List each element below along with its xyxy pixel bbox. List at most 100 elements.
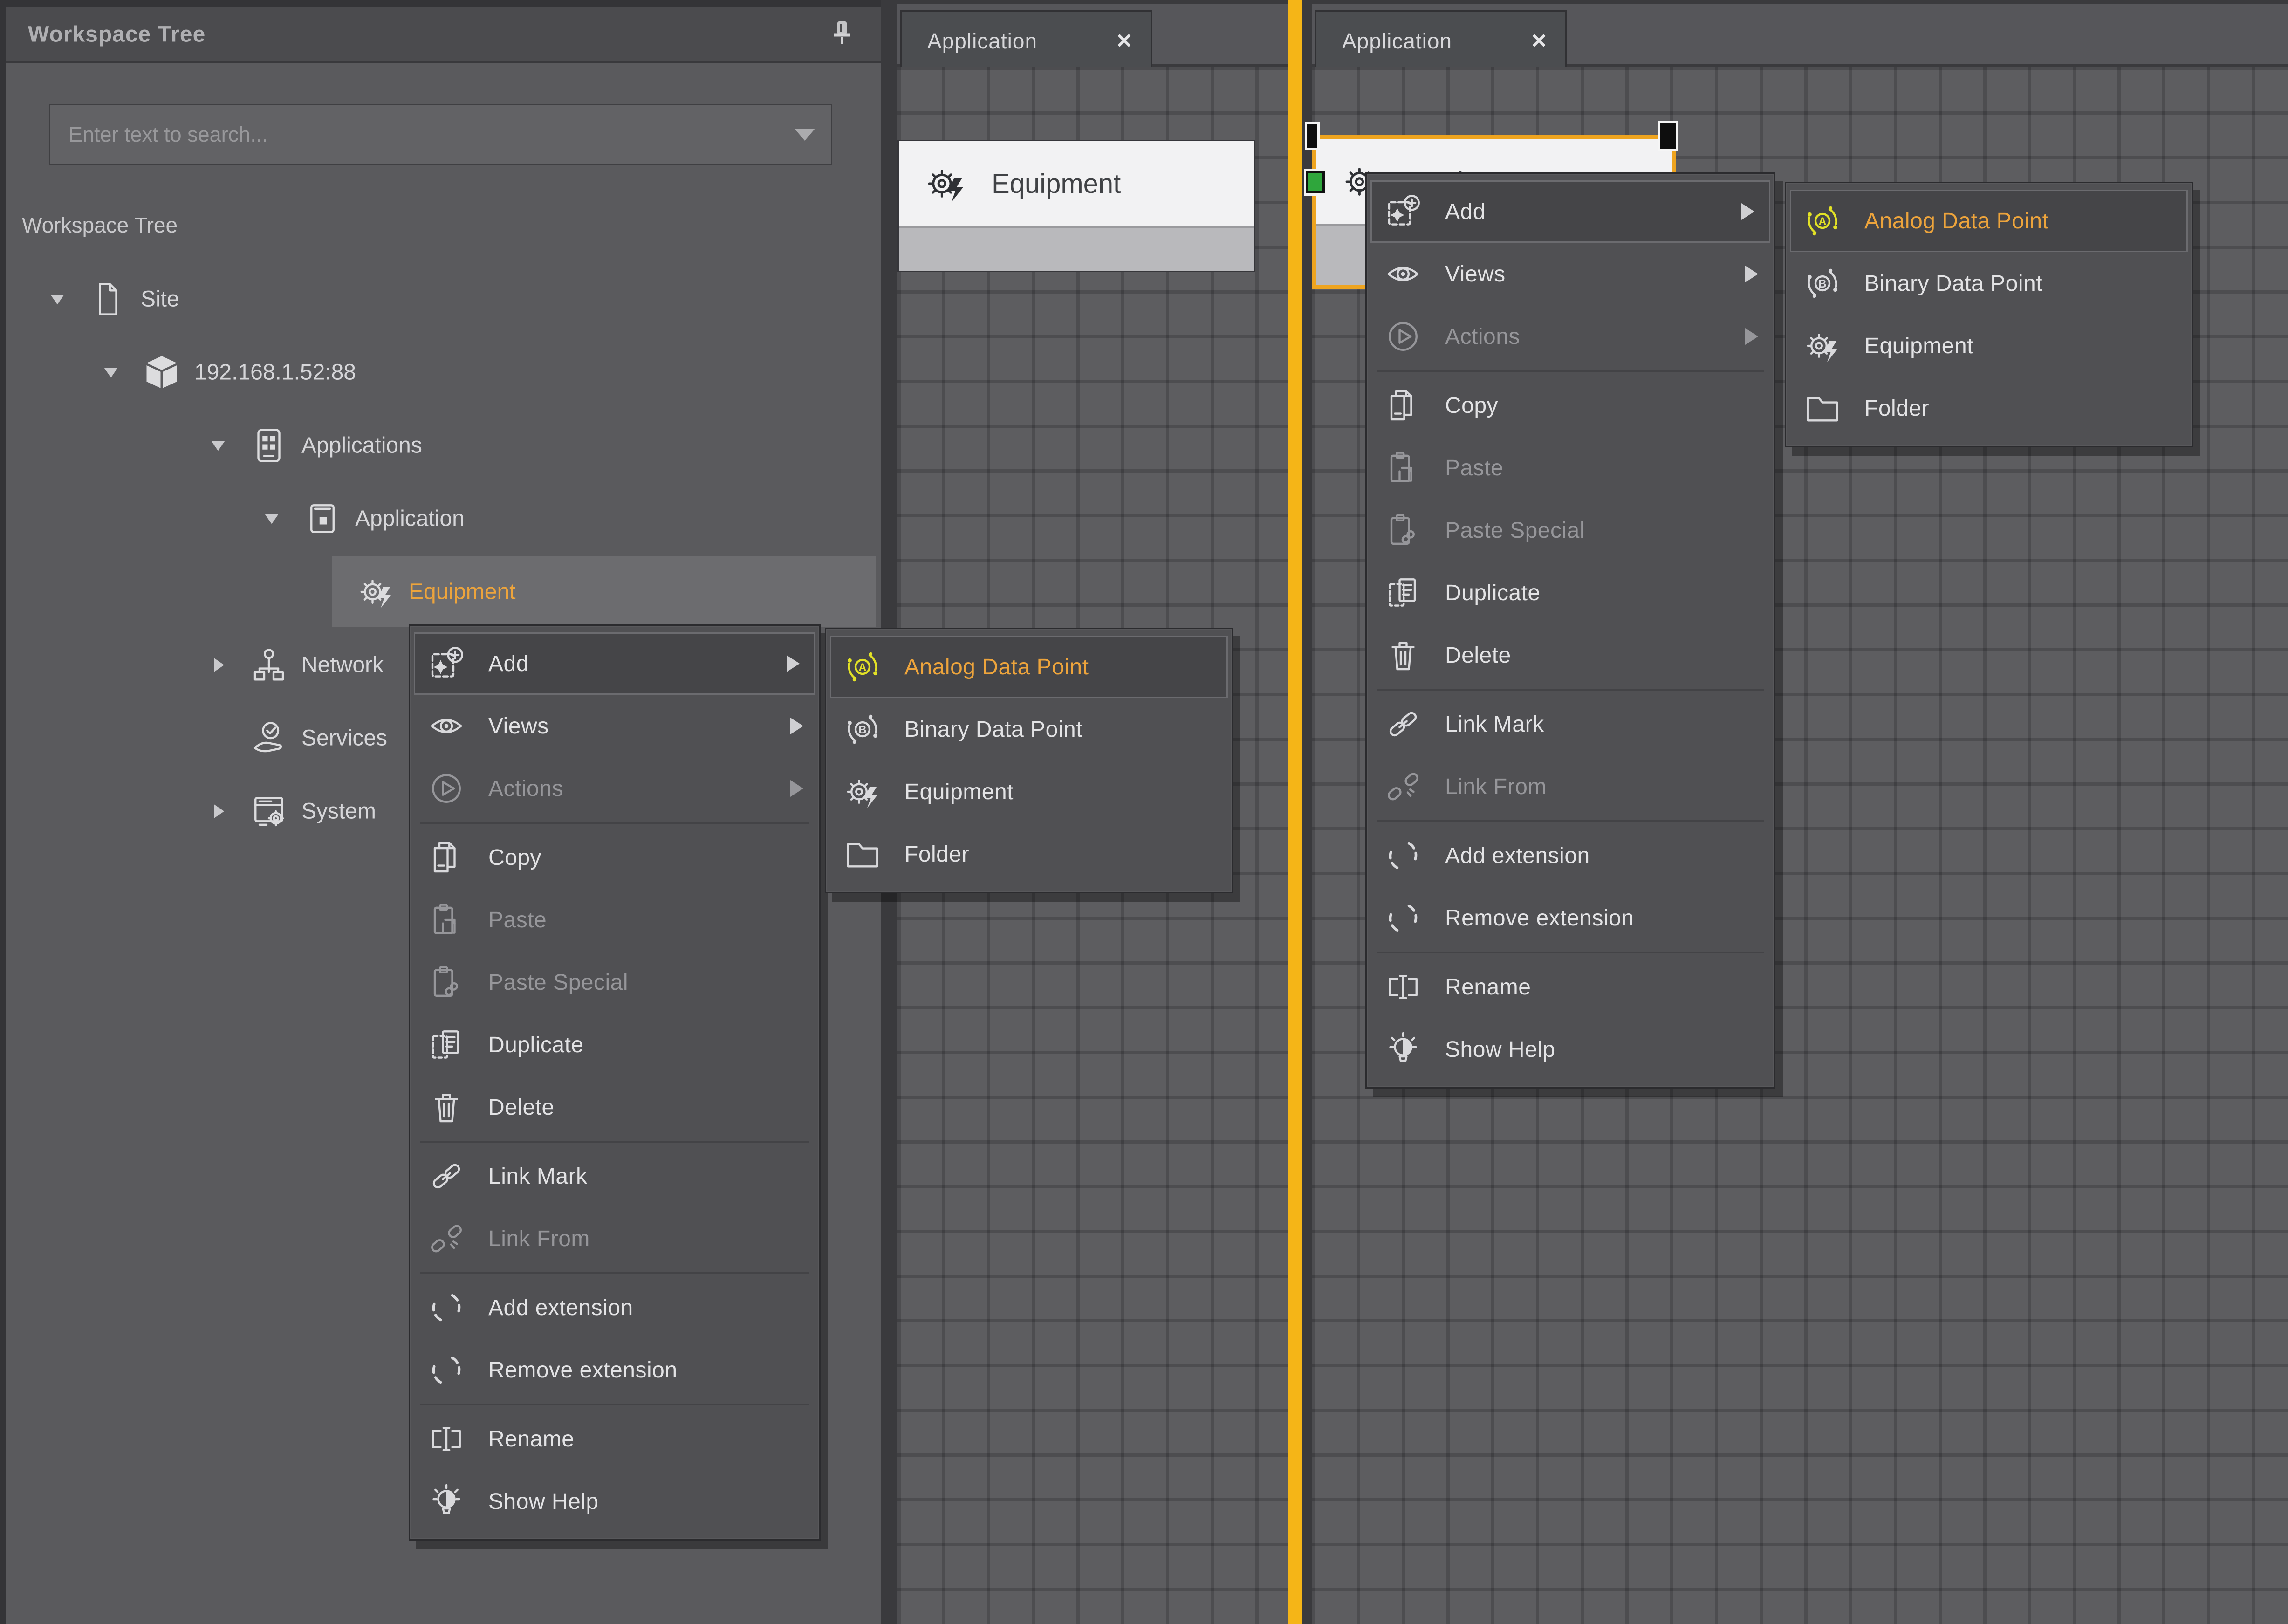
submenu-item-equipment[interactable]: Equipment xyxy=(826,761,1232,823)
panel-left-border xyxy=(0,0,6,1624)
tree-item-label: 192.168.1.52:88 xyxy=(194,359,356,385)
search-input[interactable] xyxy=(50,122,795,147)
submenu-item-analog-data-point[interactable]: AAnalog Data Point xyxy=(830,636,1228,698)
menu-item-views[interactable]: Views xyxy=(1367,243,1774,305)
menu-item-paste-special[interactable]: Paste Special xyxy=(410,951,819,1014)
tab-label: Application xyxy=(927,28,1037,54)
widget-label: Equipment xyxy=(992,168,1121,199)
menu-item-label: Duplicate xyxy=(1445,580,1541,606)
tab-application-middle[interactable]: Application ✕ xyxy=(900,10,1152,70)
menu-item-show-help[interactable]: Show Help xyxy=(1367,1018,1774,1081)
menu-item-paste[interactable]: Paste xyxy=(410,889,819,951)
submenu-item-equipment[interactable]: Equipment xyxy=(1786,315,2192,377)
link-icon xyxy=(1384,706,1422,743)
actions-icon xyxy=(1384,318,1422,355)
menu-item-actions[interactable]: Actions xyxy=(1367,305,1774,368)
tree-item-192-168-1-52-88[interactable]: 192.168.1.52:88 xyxy=(6,336,881,409)
menu-item-add[interactable]: Add xyxy=(414,632,815,695)
tab-bar-right: Application ✕ xyxy=(1312,0,2288,67)
resize-handle-left[interactable] xyxy=(1305,122,1320,150)
chevron-expanded-icon[interactable] xyxy=(45,287,69,311)
menu-item-label: Remove extension xyxy=(488,1357,678,1383)
menu-item-rename[interactable]: Rename xyxy=(1367,956,1774,1018)
menu-item-label: Folder xyxy=(1864,396,1929,421)
tab-bar-middle: Application ✕ xyxy=(897,0,1288,67)
menu-item-label: Link From xyxy=(488,1226,590,1252)
submenu-arrow-icon xyxy=(790,718,803,734)
menu-item-remove-extension[interactable]: Remove extension xyxy=(1367,887,1774,949)
menu-item-paste[interactable]: Paste xyxy=(1367,437,1774,499)
menu-item-label: Duplicate xyxy=(488,1032,584,1058)
extension-icon xyxy=(1384,837,1422,874)
paste-special-icon xyxy=(1384,512,1422,549)
network-icon xyxy=(250,646,288,684)
menu-item-label: Actions xyxy=(488,776,563,802)
menu-separator xyxy=(1377,818,1764,824)
menu-item-rename[interactable]: Rename xyxy=(410,1408,819,1470)
tree-item-label: Application xyxy=(355,506,465,531)
menu-item-views[interactable]: Views xyxy=(410,695,819,757)
chevron-collapsed-icon[interactable] xyxy=(206,799,230,823)
menu-item-delete[interactable]: Delete xyxy=(1367,624,1774,686)
menu-item-link-from[interactable]: Link From xyxy=(410,1207,819,1270)
chevron-expanded-icon[interactable] xyxy=(99,360,123,384)
close-icon[interactable]: ✕ xyxy=(1116,29,1133,53)
menu-item-show-help[interactable]: Show Help xyxy=(410,1470,819,1533)
submenu-arrow-icon xyxy=(790,780,803,797)
submenu-item-analog-data-point[interactable]: AAnalog Data Point xyxy=(1790,190,2188,252)
menu-item-link-mark[interactable]: Link Mark xyxy=(1367,693,1774,755)
menu-separator xyxy=(420,1138,809,1145)
menu-item-copy[interactable]: Copy xyxy=(410,826,819,889)
server-box-icon xyxy=(143,354,180,391)
menu-item-label: Actions xyxy=(1445,324,1520,349)
menu-item-label: Delete xyxy=(488,1095,555,1120)
chevron-expanded-icon[interactable] xyxy=(260,507,284,531)
resize-handle-right[interactable] xyxy=(1658,121,1678,151)
menu-item-label: Paste Special xyxy=(488,970,628,995)
equipment-widget-middle[interactable]: Equipment xyxy=(897,140,1255,272)
submenu-item-binary-data-point[interactable]: BBinary Data Point xyxy=(1786,252,2192,315)
menu-item-duplicate[interactable]: Duplicate xyxy=(1367,562,1774,624)
menu-item-label: Copy xyxy=(1445,393,1498,418)
gear-bolt-icon xyxy=(844,773,881,810)
analog-point-icon: A xyxy=(1804,202,1841,240)
link-icon xyxy=(428,1158,465,1195)
menu-item-add[interactable]: Add xyxy=(1370,180,1770,243)
submenu-item-folder[interactable]: Folder xyxy=(1786,377,2192,439)
menu-item-add-extension[interactable]: Add extension xyxy=(1367,824,1774,887)
menu-item-link-mark[interactable]: Link Mark xyxy=(410,1145,819,1207)
duplicate-icon xyxy=(1384,574,1422,611)
menu-item-add-extension[interactable]: Add extension xyxy=(410,1276,819,1339)
submenu-item-folder[interactable]: Folder xyxy=(826,823,1232,885)
anchor-handle-green[interactable] xyxy=(1304,169,1327,196)
menu-item-label: Rename xyxy=(488,1426,574,1452)
submenu-item-binary-data-point[interactable]: BBinary Data Point xyxy=(826,698,1232,761)
menu-item-copy[interactable]: Copy xyxy=(1367,374,1774,437)
views-icon xyxy=(428,707,465,745)
menu-item-duplicate[interactable]: Duplicate xyxy=(410,1014,819,1076)
tab-application-right[interactable]: Application ✕ xyxy=(1315,10,1567,70)
menu-separator xyxy=(1377,949,1764,956)
menu-item-remove-extension[interactable]: Remove extension xyxy=(410,1339,819,1401)
tree-item-applications[interactable]: Applications xyxy=(6,409,881,482)
menu-item-delete[interactable]: Delete xyxy=(410,1076,819,1138)
pin-icon[interactable] xyxy=(827,17,856,52)
menu-separator xyxy=(420,1270,809,1276)
tree-item-equipment[interactable]: Equipment xyxy=(6,555,881,628)
applications-icon xyxy=(250,427,288,464)
tree-item-site[interactable]: Site xyxy=(6,262,881,336)
menu-item-label: Views xyxy=(488,713,549,739)
chevron-collapsed-icon[interactable] xyxy=(206,653,230,677)
menu-item-label: Add extension xyxy=(488,1295,633,1321)
menu-item-paste-special[interactable]: Paste Special xyxy=(1367,499,1774,562)
chevron-down-icon[interactable] xyxy=(795,129,815,141)
orange-splitter-divider[interactable] xyxy=(1288,0,1302,1624)
submenu-arrow-icon xyxy=(787,655,800,672)
tree-item-application[interactable]: Application xyxy=(6,482,881,555)
menu-item-link-from[interactable]: Link From xyxy=(1367,755,1774,818)
submenu-arrow-icon xyxy=(1745,266,1758,282)
close-icon[interactable]: ✕ xyxy=(1530,29,1548,53)
chevron-expanded-icon[interactable] xyxy=(206,433,230,458)
delete-icon xyxy=(428,1089,465,1126)
menu-item-actions[interactable]: Actions xyxy=(410,757,819,820)
